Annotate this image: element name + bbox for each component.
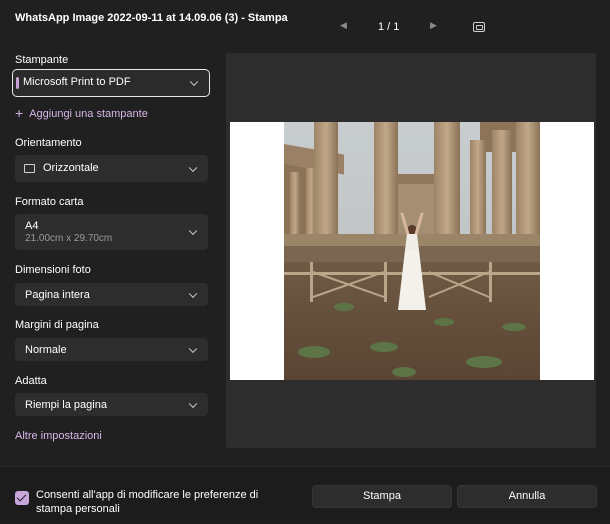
fit-value: Riempi la pagina xyxy=(25,399,107,411)
focus-accent xyxy=(16,77,19,89)
margins-select[interactable]: Normale xyxy=(15,338,208,361)
fit-page-icon[interactable] xyxy=(473,22,485,32)
chevron-down-icon xyxy=(188,289,198,298)
dialog-title: WhatsApp Image 2022-09-11 at 14.09.06 (3… xyxy=(15,12,288,24)
photo-preview xyxy=(284,122,540,380)
paper-size-select[interactable]: A4 21.00cm x 29.70cm xyxy=(15,214,208,250)
page-count: 1 / 1 xyxy=(378,21,400,33)
chevron-down-icon xyxy=(188,344,198,353)
consent-label[interactable]: Consenti all'app di modificare le prefer… xyxy=(36,488,296,516)
paper-size-value: A4 xyxy=(25,220,39,232)
print-button[interactable]: Stampa xyxy=(312,485,452,508)
chevron-left-icon[interactable]: ◀ xyxy=(340,20,347,31)
fit-label: Adatta xyxy=(15,375,47,387)
printer-label: Stampante xyxy=(15,54,69,66)
paper-dimensions: 21.00cm x 29.70cm xyxy=(25,233,113,244)
add-printer-link[interactable]: + Aggiungi una stampante xyxy=(15,105,148,121)
plus-icon: + xyxy=(15,105,24,121)
page-landscape-icon xyxy=(24,164,35,173)
cancel-button[interactable]: Annulla xyxy=(457,485,597,508)
fit-select[interactable]: Riempi la pagina xyxy=(15,393,208,416)
photo-size-label: Dimensioni foto xyxy=(15,264,91,276)
chevron-down-icon xyxy=(188,226,198,236)
orientation-select[interactable]: Orizzontale xyxy=(15,155,208,182)
printer-select[interactable]: Microsoft Print to PDF xyxy=(12,69,210,97)
photo-size-select[interactable]: Pagina intera xyxy=(15,283,208,306)
preview-page xyxy=(230,122,594,380)
photo-size-value: Pagina intera xyxy=(25,289,90,301)
orientation-value: Orizzontale xyxy=(43,162,99,174)
add-printer-label: Aggiungi una stampante xyxy=(29,108,148,120)
printer-value: Microsoft Print to PDF xyxy=(23,76,131,88)
consent-checkbox[interactable] xyxy=(15,491,29,505)
chevron-down-icon xyxy=(189,77,199,87)
chevron-down-icon xyxy=(188,163,198,172)
chevron-down-icon xyxy=(188,399,198,408)
more-settings-link[interactable]: Altre impostazioni xyxy=(15,430,102,442)
margins-value: Normale xyxy=(25,344,67,356)
orientation-label: Orientamento xyxy=(15,137,82,149)
margins-label: Margini di pagina xyxy=(15,319,99,331)
paper-size-label: Formato carta xyxy=(15,196,84,208)
chevron-right-icon[interactable]: ▶ xyxy=(430,20,437,31)
